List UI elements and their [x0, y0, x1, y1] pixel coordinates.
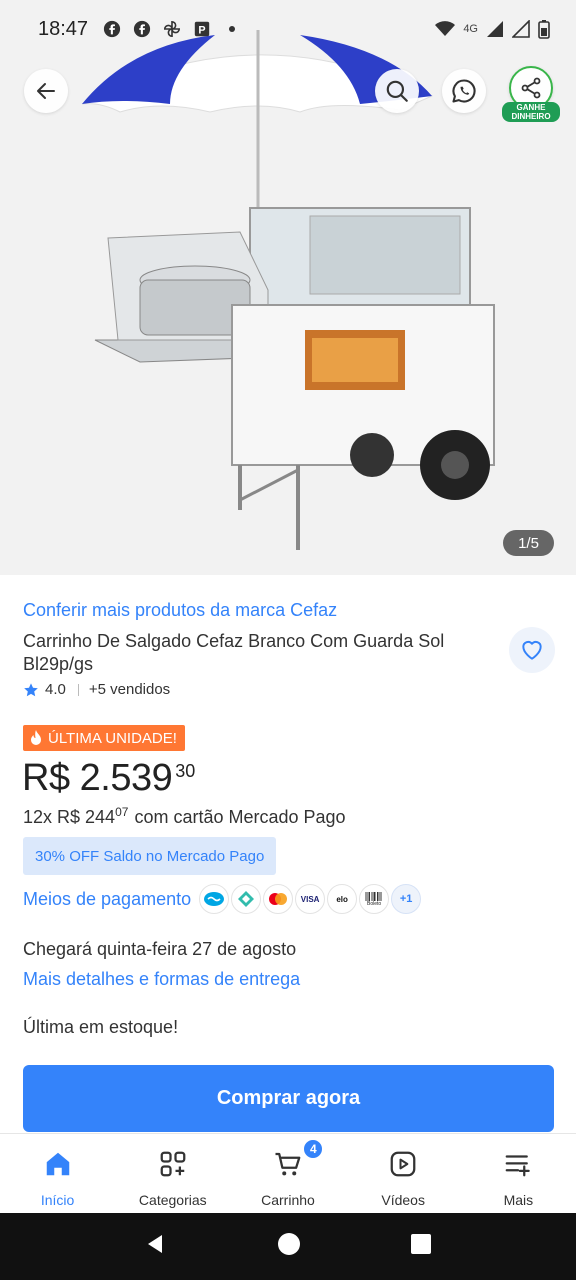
heart-icon	[522, 640, 542, 660]
home-icon	[42, 1148, 74, 1180]
rating-score: 4.0	[45, 681, 66, 698]
payment-methods-link[interactable]: Meios de pagamento VISA elo Boleto +1	[23, 881, 423, 917]
price-main: R$ 2.539	[22, 757, 173, 799]
visa-icon: VISA	[295, 884, 326, 914]
battery-icon	[538, 20, 550, 39]
facebook-icon	[102, 19, 122, 39]
nav-item-home[interactable]: Início	[0, 1134, 115, 1213]
boleto-icon: Boleto	[359, 884, 390, 914]
back-triangle-icon[interactable]	[144, 1232, 168, 1261]
parking-app-icon: P	[192, 19, 212, 39]
home-circle-icon[interactable]	[276, 1231, 302, 1262]
video-icon	[387, 1148, 419, 1180]
price-cents: 30	[175, 761, 196, 781]
recents-square-icon[interactable]	[410, 1233, 432, 1260]
sold-count: +5 vendidos	[88, 681, 171, 698]
mercado-pago-icon	[199, 884, 230, 914]
boleto-label: Boleto	[367, 900, 382, 907]
mastercard-icon	[263, 884, 294, 914]
installments-cents: 07	[115, 805, 129, 819]
status-bar: 18:47 P 4G	[0, 0, 576, 58]
nav-item-categories[interactable]: Categorias	[115, 1134, 230, 1213]
installments-suffix: com cartão Mercado Pago	[134, 807, 346, 827]
share-earn-button[interactable]: GANHE DINHEIRO	[502, 66, 560, 122]
product-image-gallery[interactable]: GANHE DINHEIRO 1/5	[0, 0, 576, 575]
pinwheel-icon	[162, 19, 182, 39]
price: R$ 2.539 30	[22, 755, 195, 801]
search-button[interactable]	[375, 69, 419, 113]
nav-label-home: Início	[40, 1192, 75, 1208]
nav-item-videos[interactable]: Vídeos	[346, 1134, 461, 1213]
buy-now-button[interactable]: Comprar agora	[23, 1065, 554, 1132]
arrow-left-icon	[37, 83, 55, 99]
cart-count-badge: 4	[302, 1138, 325, 1160]
installments-prefix: 12x R$ 244	[23, 807, 116, 827]
share-icon	[521, 77, 541, 99]
delivery-details-link[interactable]: Mais detalhes e formas de entrega	[23, 969, 300, 990]
nav-label-videos: Vídeos	[381, 1192, 425, 1208]
network-label: 4G	[463, 23, 478, 35]
favorite-button[interactable]	[509, 627, 555, 673]
bottom-navigation: Início Categorias Carrinho 4 Vídeos Mais	[0, 1133, 576, 1213]
notification-icons: P	[102, 19, 242, 39]
more-payment-methods[interactable]: +1	[391, 884, 422, 914]
categories-icon	[157, 1148, 189, 1180]
rating-divider	[77, 683, 79, 696]
share-earn-badge: GANHE DINHEIRO	[502, 102, 560, 122]
svg-text:P: P	[198, 25, 205, 37]
brand-link[interactable]: Conferir mais produtos da marca Cefaz	[23, 600, 337, 621]
nav-item-more[interactable]: Mais	[461, 1134, 576, 1213]
payment-methods-label[interactable]: Meios de pagamento	[23, 889, 191, 910]
elo-icon: elo	[327, 884, 358, 914]
stock-status: Última em estoque!	[23, 1017, 179, 1037]
flame-icon	[31, 730, 41, 745]
facebook-icon	[132, 19, 152, 39]
pix-icon	[231, 884, 262, 914]
nav-item-cart[interactable]: Carrinho 4	[230, 1134, 345, 1213]
nav-label-more: Mais	[503, 1192, 534, 1208]
product-title: Carrinho De Salgado Cefaz Branco Com Gua…	[23, 631, 445, 674]
wifi-icon	[435, 21, 456, 36]
product-image	[81, 30, 495, 550]
star-icon	[24, 682, 38, 696]
search-icon	[386, 80, 408, 102]
cart-icon	[272, 1148, 304, 1180]
system-status: 4G	[435, 19, 550, 39]
back-button[interactable]	[24, 69, 68, 113]
nav-label-cart: Carrinho	[261, 1192, 315, 1208]
last-unit-badge: ÚLTIMA UNIDADE!	[23, 725, 185, 751]
nav-label-categories: Categorias	[138, 1192, 207, 1208]
signal-icon	[487, 21, 503, 37]
menu-plus-icon	[502, 1148, 534, 1180]
status-time: 18:47	[38, 17, 89, 40]
delivery-estimate: Chegará quinta-feira 27 de agosto	[23, 939, 297, 959]
discount-chip: 30% OFF Saldo no Mercado Pago	[23, 837, 277, 875]
signal-alt-icon	[512, 20, 530, 38]
installments: 12x R$ 244 07 com cartão Mercado Pago	[23, 805, 346, 828]
image-counter: 1/5	[503, 530, 554, 556]
system-navigation-bar	[0, 1213, 576, 1280]
dot-icon	[222, 19, 242, 39]
rating-row[interactable]: 4.0 +5 vendidos	[23, 681, 170, 698]
whatsapp-icon	[452, 79, 476, 103]
last-unit-text: ÚLTIMA UNIDADE!	[48, 729, 177, 747]
whatsapp-share-button[interactable]	[442, 69, 486, 113]
